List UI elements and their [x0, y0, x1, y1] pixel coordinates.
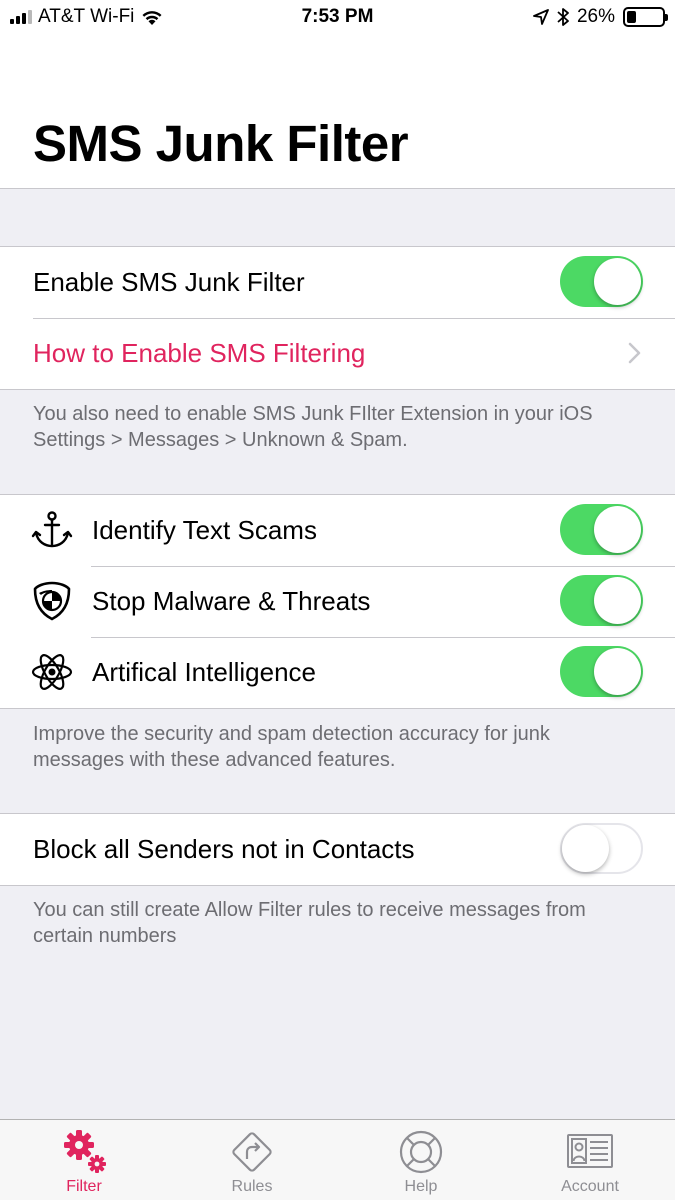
status-right: 26%: [533, 6, 668, 28]
feature-row-malware: Stop Malware & Threats: [0, 566, 675, 637]
how-to-enable-row[interactable]: How to Enable SMS Filtering: [0, 318, 675, 389]
lifebuoy-icon: [399, 1130, 443, 1174]
feature-label: Identify Text Scams: [92, 515, 317, 545]
tab-help[interactable]: Help: [337, 1120, 505, 1200]
page-title: SMS Junk Filter: [33, 115, 409, 172]
section2-footer: Improve the security and spam detection …: [33, 723, 550, 771]
battery-icon: [623, 7, 668, 27]
feature-row-ai: Artifical Intelligence: [0, 637, 675, 708]
malware-toggle[interactable]: [560, 575, 643, 626]
section3-footer: You can still create Allow Filter rules …: [33, 899, 586, 947]
enable-filter-row: Enable SMS Junk Filter: [0, 247, 675, 318]
block-senders-section: Block all Senders not in Contacts: [0, 813, 675, 886]
feature-label: Stop Malware & Threats: [92, 586, 371, 616]
feature-row-text-scams: Identify Text Scams: [0, 495, 675, 566]
status-bar: AT&T Wi-Fi 7:53 PM 26%: [0, 0, 675, 36]
toggle-knob: [562, 825, 609, 872]
location-arrow-icon: [533, 9, 549, 25]
battery-percent: 26%: [576, 6, 615, 27]
tab-label: Rules: [231, 1178, 273, 1195]
tab-label: Help: [404, 1178, 438, 1195]
bluetooth-icon: [557, 8, 569, 26]
tab-filter[interactable]: Filter: [0, 1120, 168, 1200]
tab-rules[interactable]: Rules: [168, 1120, 336, 1200]
tab-label: Filter: [66, 1178, 102, 1195]
tab-label: Account: [561, 1178, 619, 1195]
battery-fill: [627, 11, 636, 23]
how-to-enable-link[interactable]: How to Enable SMS Filtering: [33, 338, 365, 369]
tab-bar: Filter Rules Help Account: [0, 1119, 675, 1200]
toggle-knob: [594, 577, 641, 624]
block-senders-toggle[interactable]: [560, 823, 643, 874]
enable-filter-toggle[interactable]: [560, 256, 643, 307]
toggle-knob: [594, 258, 641, 305]
text-scams-toggle[interactable]: [560, 504, 643, 555]
shield-icon: [33, 581, 71, 621]
section1-footer: You also need to enable SMS Junk FIlter …: [33, 403, 593, 451]
enable-filter-label: Enable SMS Junk Filter: [33, 267, 305, 297]
toggle-knob: [594, 648, 641, 695]
atom-icon: [31, 654, 73, 690]
gears-icon: [64, 1130, 106, 1173]
chevron-right-icon: [628, 342, 641, 364]
filter-settings-section: Enable SMS Junk Filter How to Enable SMS…: [0, 246, 675, 390]
tab-account[interactable]: Account: [506, 1120, 674, 1200]
block-senders-label: Block all Senders not in Contacts: [33, 834, 415, 864]
rules-sign-icon: [232, 1132, 272, 1172]
advanced-features-section: Identify Text Scams Stop Malware & Threa…: [0, 494, 675, 709]
ai-toggle[interactable]: [560, 646, 643, 697]
feature-label: Artifical Intelligence: [92, 657, 316, 687]
block-senders-row: Block all Senders not in Contacts: [0, 814, 675, 885]
id-card-icon: [567, 1134, 613, 1168]
navigation-header: SMS Junk Filter: [0, 36, 675, 189]
anchor-icon: [31, 511, 73, 548]
toggle-knob: [594, 506, 641, 553]
